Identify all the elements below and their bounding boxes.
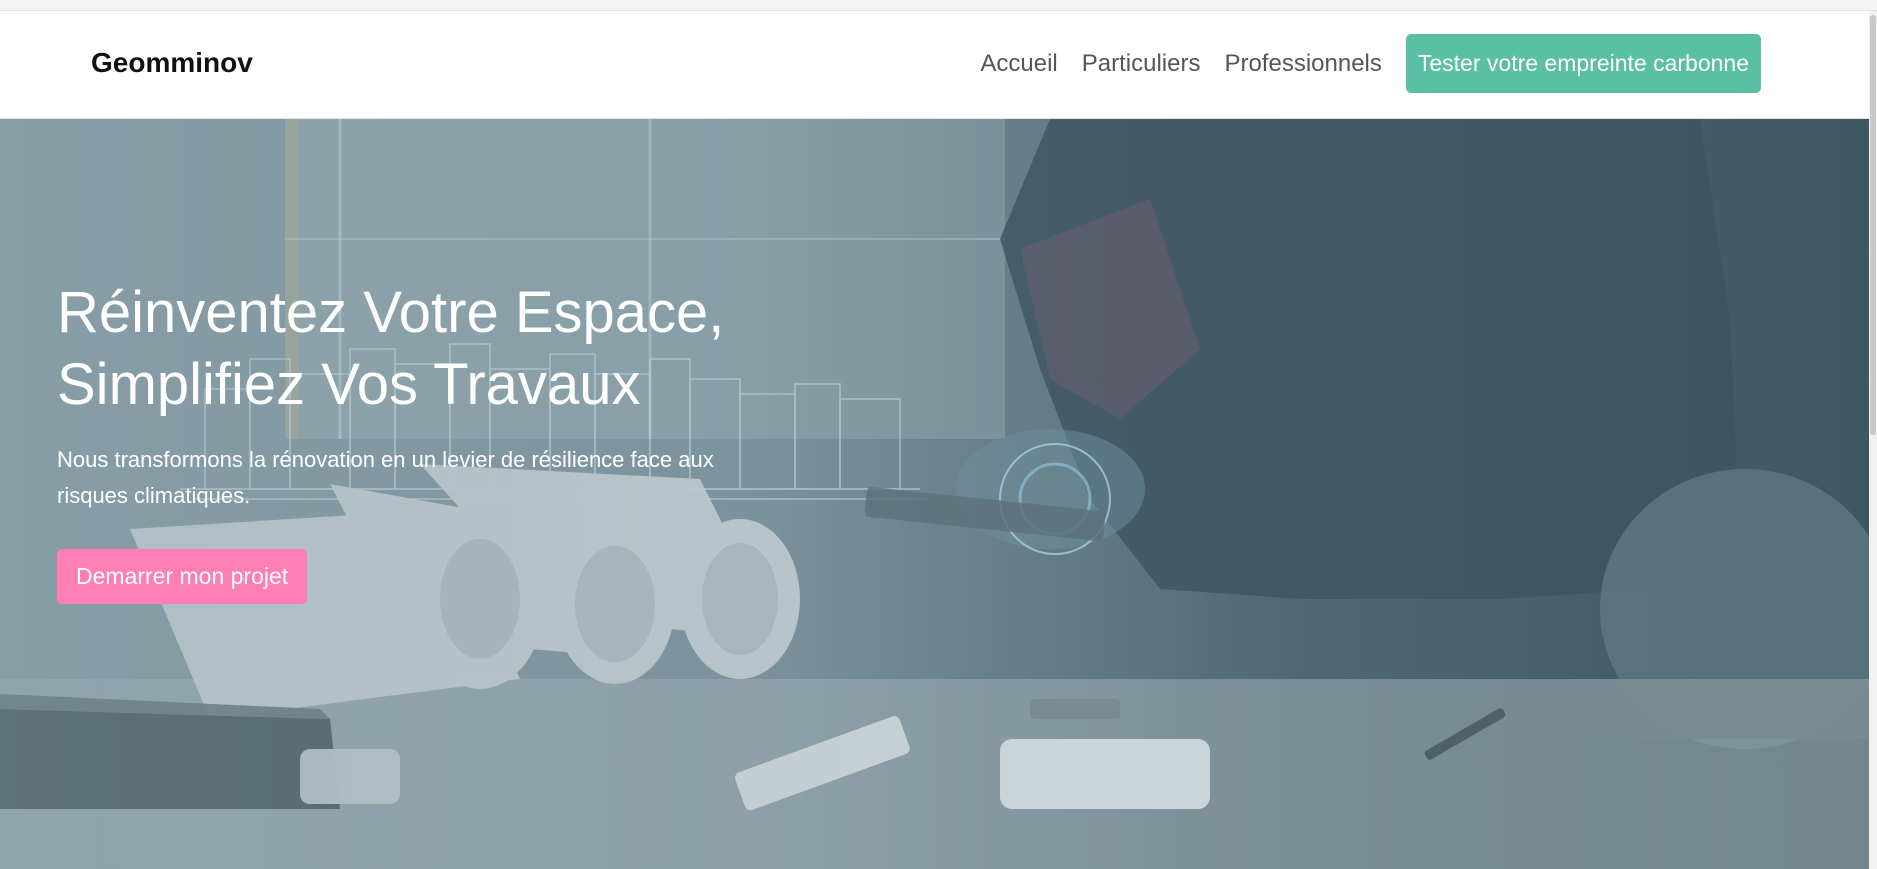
scrollbar[interactable] [1869, 11, 1877, 869]
nav-link-particuliers[interactable]: Particuliers [1082, 50, 1201, 78]
hero-section: Réinventez Votre Espace, Simplifiez Vos … [0, 119, 1869, 869]
hero-subtitle: Nous transformons la rénovation en un le… [57, 442, 817, 514]
start-project-button[interactable]: Demarrer mon projet [57, 549, 308, 604]
hero-title-line-1: Réinventez Votre Espace, [57, 280, 725, 345]
navbar: Geomminov Accueil Particuliers Professio… [0, 11, 1869, 119]
hero-subtitle-line-1: Nous transformons la rénovation en un le… [57, 447, 714, 472]
hero-title-line-2: Simplifiez Vos Travaux [57, 352, 641, 417]
hero-subtitle-line-2: risques climatiques. [57, 483, 251, 508]
page: Geomminov Accueil Particuliers Professio… [0, 11, 1869, 869]
browser-top-strip [0, 0, 1877, 11]
nav-link-accueil[interactable]: Accueil [980, 50, 1057, 78]
scrollbar-thumb[interactable] [1870, 15, 1876, 435]
nav-link-professionnels[interactable]: Professionnels [1224, 50, 1381, 78]
nav-links: Accueil Particuliers Professionnels Test… [980, 34, 1761, 93]
hero-title: Réinventez Votre Espace, Simplifiez Vos … [57, 277, 877, 421]
brand-logo[interactable]: Geomminov [91, 47, 253, 79]
carbon-footprint-button[interactable]: Tester votre empreinte carbonne [1405, 34, 1761, 93]
